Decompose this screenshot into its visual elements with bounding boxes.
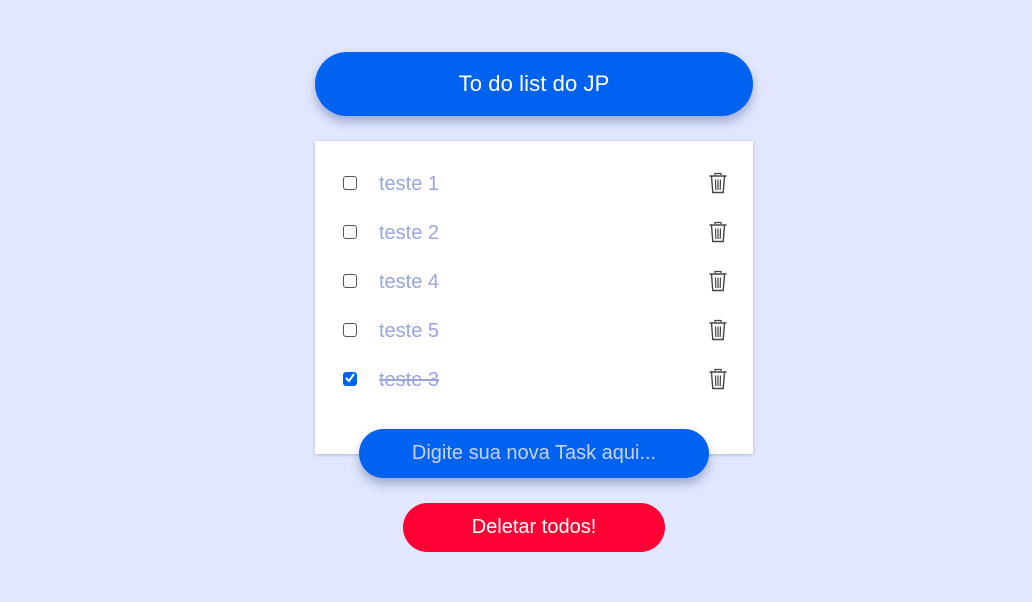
trash-icon[interactable] bbox=[708, 221, 728, 243]
todo-app: To do list do JP teste 1 teste 2 teste 4… bbox=[0, 0, 1032, 602]
task-item: teste 1 bbox=[315, 164, 753, 204]
task-label: teste 1 bbox=[379, 173, 440, 195]
task-checkbox[interactable] bbox=[343, 176, 357, 190]
task-item: teste 2 bbox=[315, 213, 753, 253]
trash-icon[interactable] bbox=[708, 368, 728, 390]
task-label: teste 5 bbox=[379, 320, 440, 342]
task-checkbox[interactable] bbox=[343, 323, 357, 337]
task-item: teste 4 bbox=[315, 262, 753, 302]
app-title-text: To do list do JP bbox=[458, 71, 610, 96]
task-checkbox[interactable] bbox=[343, 372, 357, 386]
app-title: To do list do JP bbox=[315, 52, 753, 116]
task-label: teste 3 bbox=[379, 369, 440, 391]
trash-icon[interactable] bbox=[708, 270, 728, 292]
task-list: teste 1 teste 2 teste 4 teste 5 teste 3 bbox=[315, 141, 753, 454]
new-task-input[interactable] bbox=[359, 429, 709, 478]
task-label: teste 4 bbox=[379, 271, 440, 293]
check-icon bbox=[345, 373, 355, 383]
trash-icon[interactable] bbox=[708, 172, 728, 194]
delete-all-button[interactable]: Deletar todos! bbox=[403, 503, 665, 552]
task-label: teste 2 bbox=[379, 222, 440, 244]
task-item: teste 5 bbox=[315, 311, 753, 351]
task-checkbox[interactable] bbox=[343, 274, 357, 288]
task-checkbox[interactable] bbox=[343, 225, 357, 239]
task-item: teste 3 bbox=[315, 360, 753, 400]
trash-icon[interactable] bbox=[708, 319, 728, 341]
